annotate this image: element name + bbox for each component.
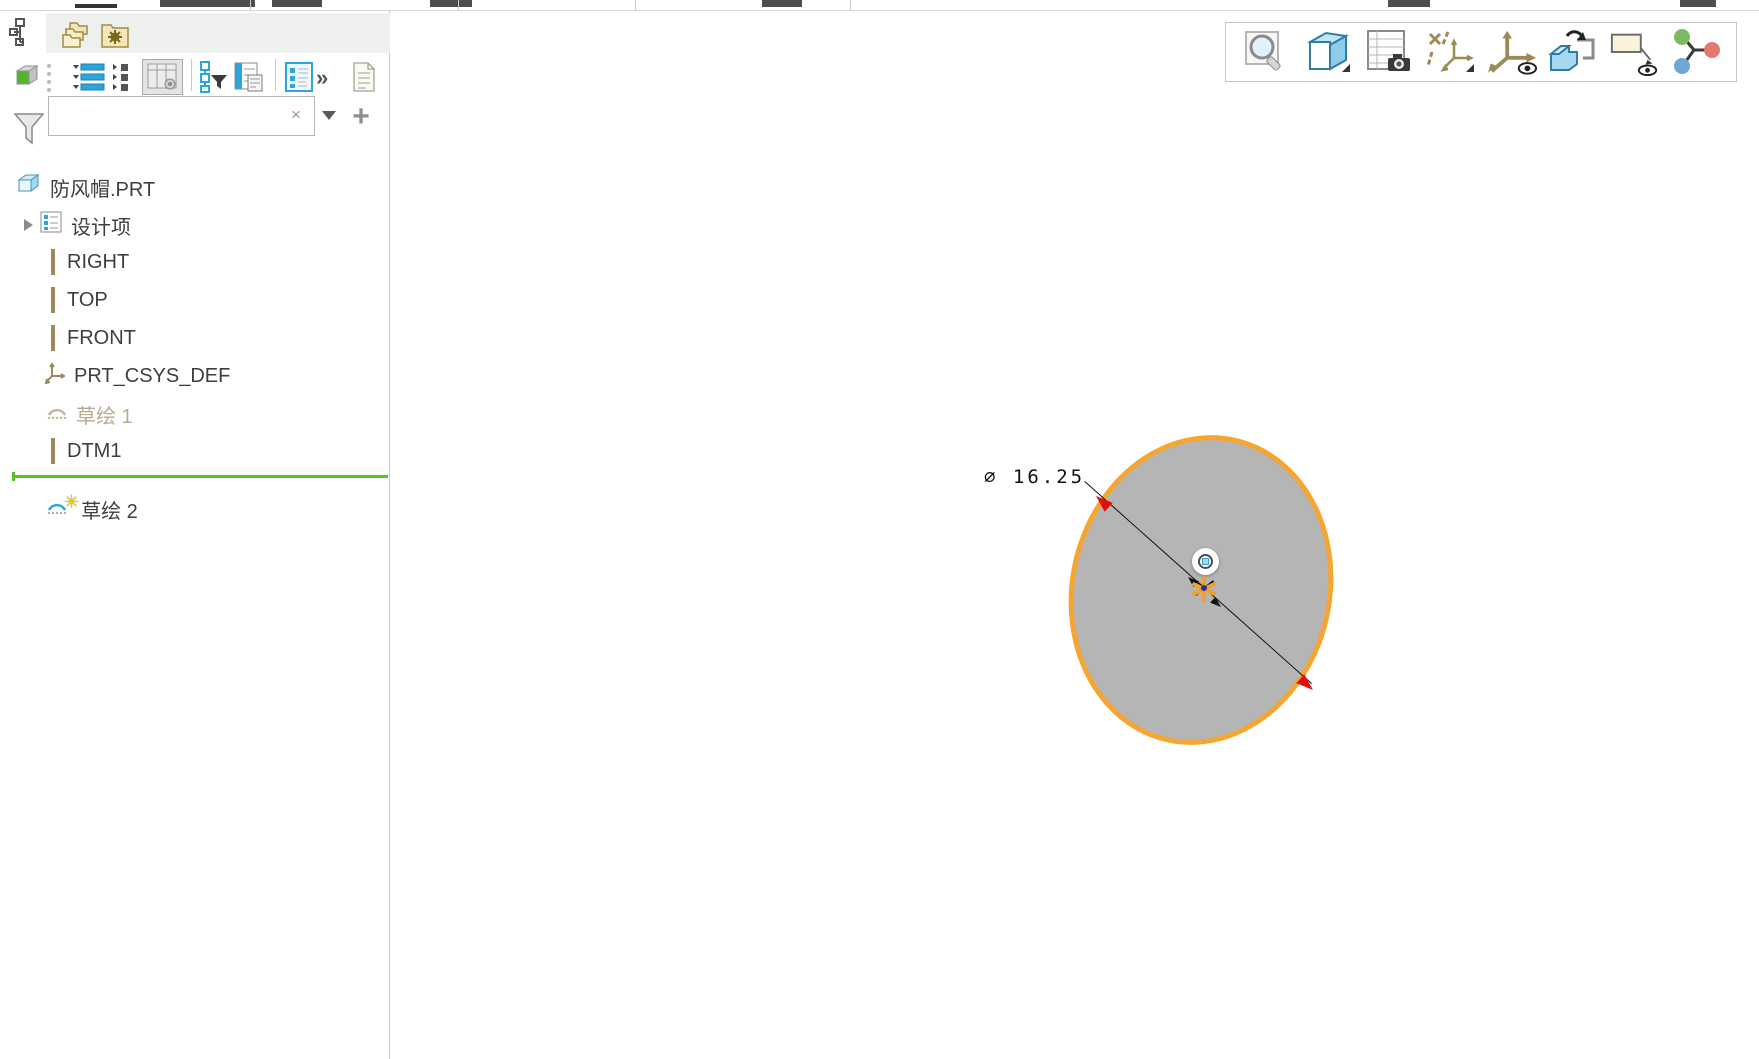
tree-root-part[interactable]: 防风帽.PRT: [0, 169, 388, 205]
filter-funnel-icon[interactable]: [13, 113, 45, 150]
collapse-all-icon[interactable]: [112, 63, 140, 96]
view-manager-icon[interactable]: [1363, 26, 1415, 78]
saved-orientations-icon[interactable]: [1301, 26, 1353, 78]
document-icon[interactable]: [350, 61, 378, 98]
view-orientation-icon[interactable]: [1547, 26, 1599, 78]
csys-icon: [44, 362, 66, 390]
search-add-button[interactable]: +: [348, 102, 374, 132]
datum-plane-icon: [48, 437, 55, 464]
folder-browser-icon[interactable]: [60, 19, 92, 56]
design-items-icon: [39, 210, 63, 240]
graphics-toolbar: [1225, 22, 1737, 82]
tree-item-sketch-2[interactable]: ✳ 草绘 2: [0, 491, 388, 527]
tree-columns-toggle-pressed[interactable]: [142, 59, 183, 95]
new-feature-marker: ✳: [64, 491, 80, 512]
toolbar-overflow-chevron[interactable]: »: [316, 65, 328, 91]
datum-display-filters-icon[interactable]: [1424, 26, 1476, 78]
annotation-display-icon[interactable]: [1609, 26, 1661, 78]
spin-center-icon[interactable]: [1486, 26, 1538, 78]
tree-item-design-items[interactable]: 设计项: [0, 207, 388, 243]
sketch-icon: [46, 401, 68, 427]
settings-list-icon[interactable]: [284, 61, 316, 98]
grip-dots: [46, 63, 52, 98]
datum-plane-icon: [48, 248, 55, 275]
part-icon: [16, 172, 42, 202]
navigator-tab-band: [46, 13, 390, 53]
search-dropdown-arrow[interactable]: [322, 111, 336, 120]
datum-plane-icon: [48, 286, 55, 313]
expand-arrow-icon[interactable]: [24, 219, 33, 231]
model-tree-icon[interactable]: [8, 17, 38, 52]
tree-item-sketch-1[interactable]: 草绘 1: [0, 396, 388, 432]
tree-item-csys[interactable]: PRT_CSYS_DEF: [0, 358, 388, 394]
tree-search-input[interactable]: ×: [48, 96, 315, 136]
tree-item-front-plane[interactable]: FRONT: [0, 320, 388, 356]
navigator-panel: » × + 防风帽.PRT 设计项 RIGHT TOP FRONT PRT_CS…: [0, 11, 390, 1059]
insertion-indicator[interactable]: [12, 472, 388, 481]
favorites-icon[interactable]: [100, 21, 130, 54]
diameter-dimension-value[interactable]: ∅ 16.25: [984, 466, 1085, 488]
tree-item-top-plane[interactable]: TOP: [0, 282, 388, 318]
tree-columns-doc-icon[interactable]: [234, 61, 266, 98]
expand-all-icon[interactable]: [72, 63, 106, 96]
datum-plane-icon: [48, 324, 55, 351]
circle-center-point[interactable]: [1201, 585, 1207, 591]
tree-item-dtm1[interactable]: DTM1: [0, 433, 388, 469]
node-graph-icon[interactable]: [1670, 26, 1722, 78]
tree-item-right-plane[interactable]: RIGHT: [0, 244, 388, 280]
search-clear-icon[interactable]: ×: [288, 106, 304, 123]
zoom-icon[interactable]: [1240, 26, 1292, 78]
show-cube-icon[interactable]: [12, 61, 42, 96]
tree-filters-icon[interactable]: [198, 61, 228, 98]
constraint-badge: [1192, 548, 1219, 575]
ribbon-clipped: [0, 0, 1759, 11]
